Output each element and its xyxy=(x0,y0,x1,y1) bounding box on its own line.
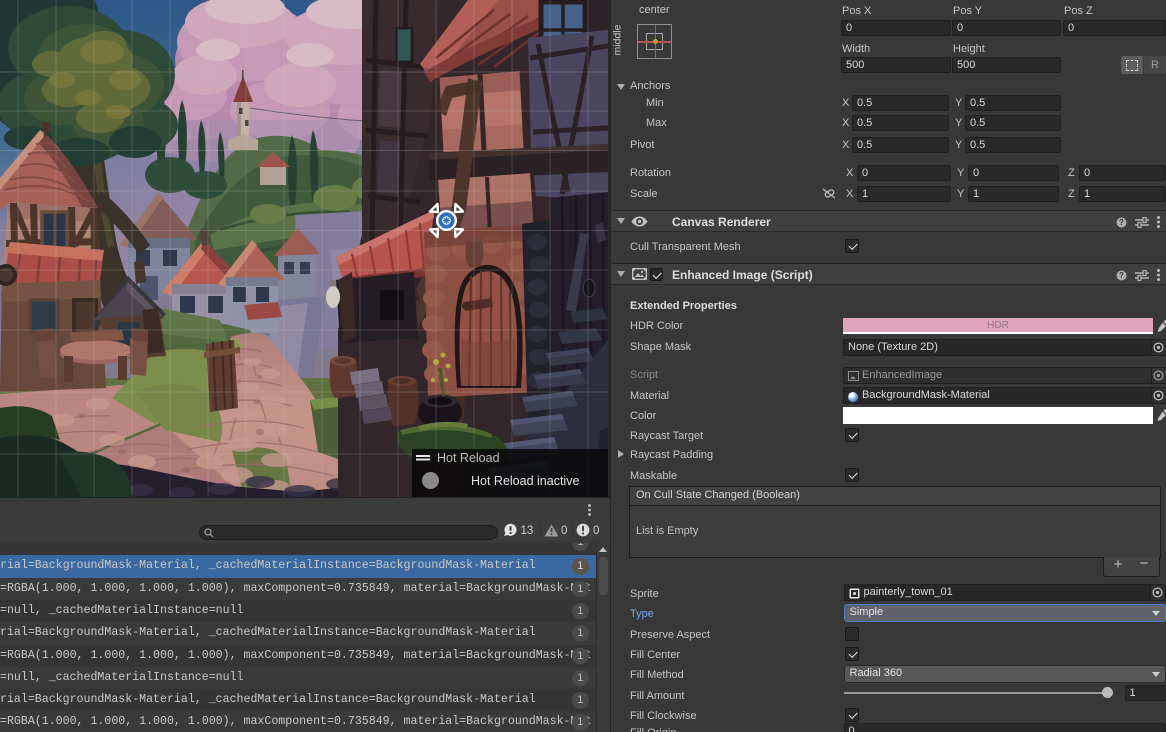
svg-text:?: ? xyxy=(1119,218,1124,227)
svg-text:?: ? xyxy=(1119,271,1124,280)
